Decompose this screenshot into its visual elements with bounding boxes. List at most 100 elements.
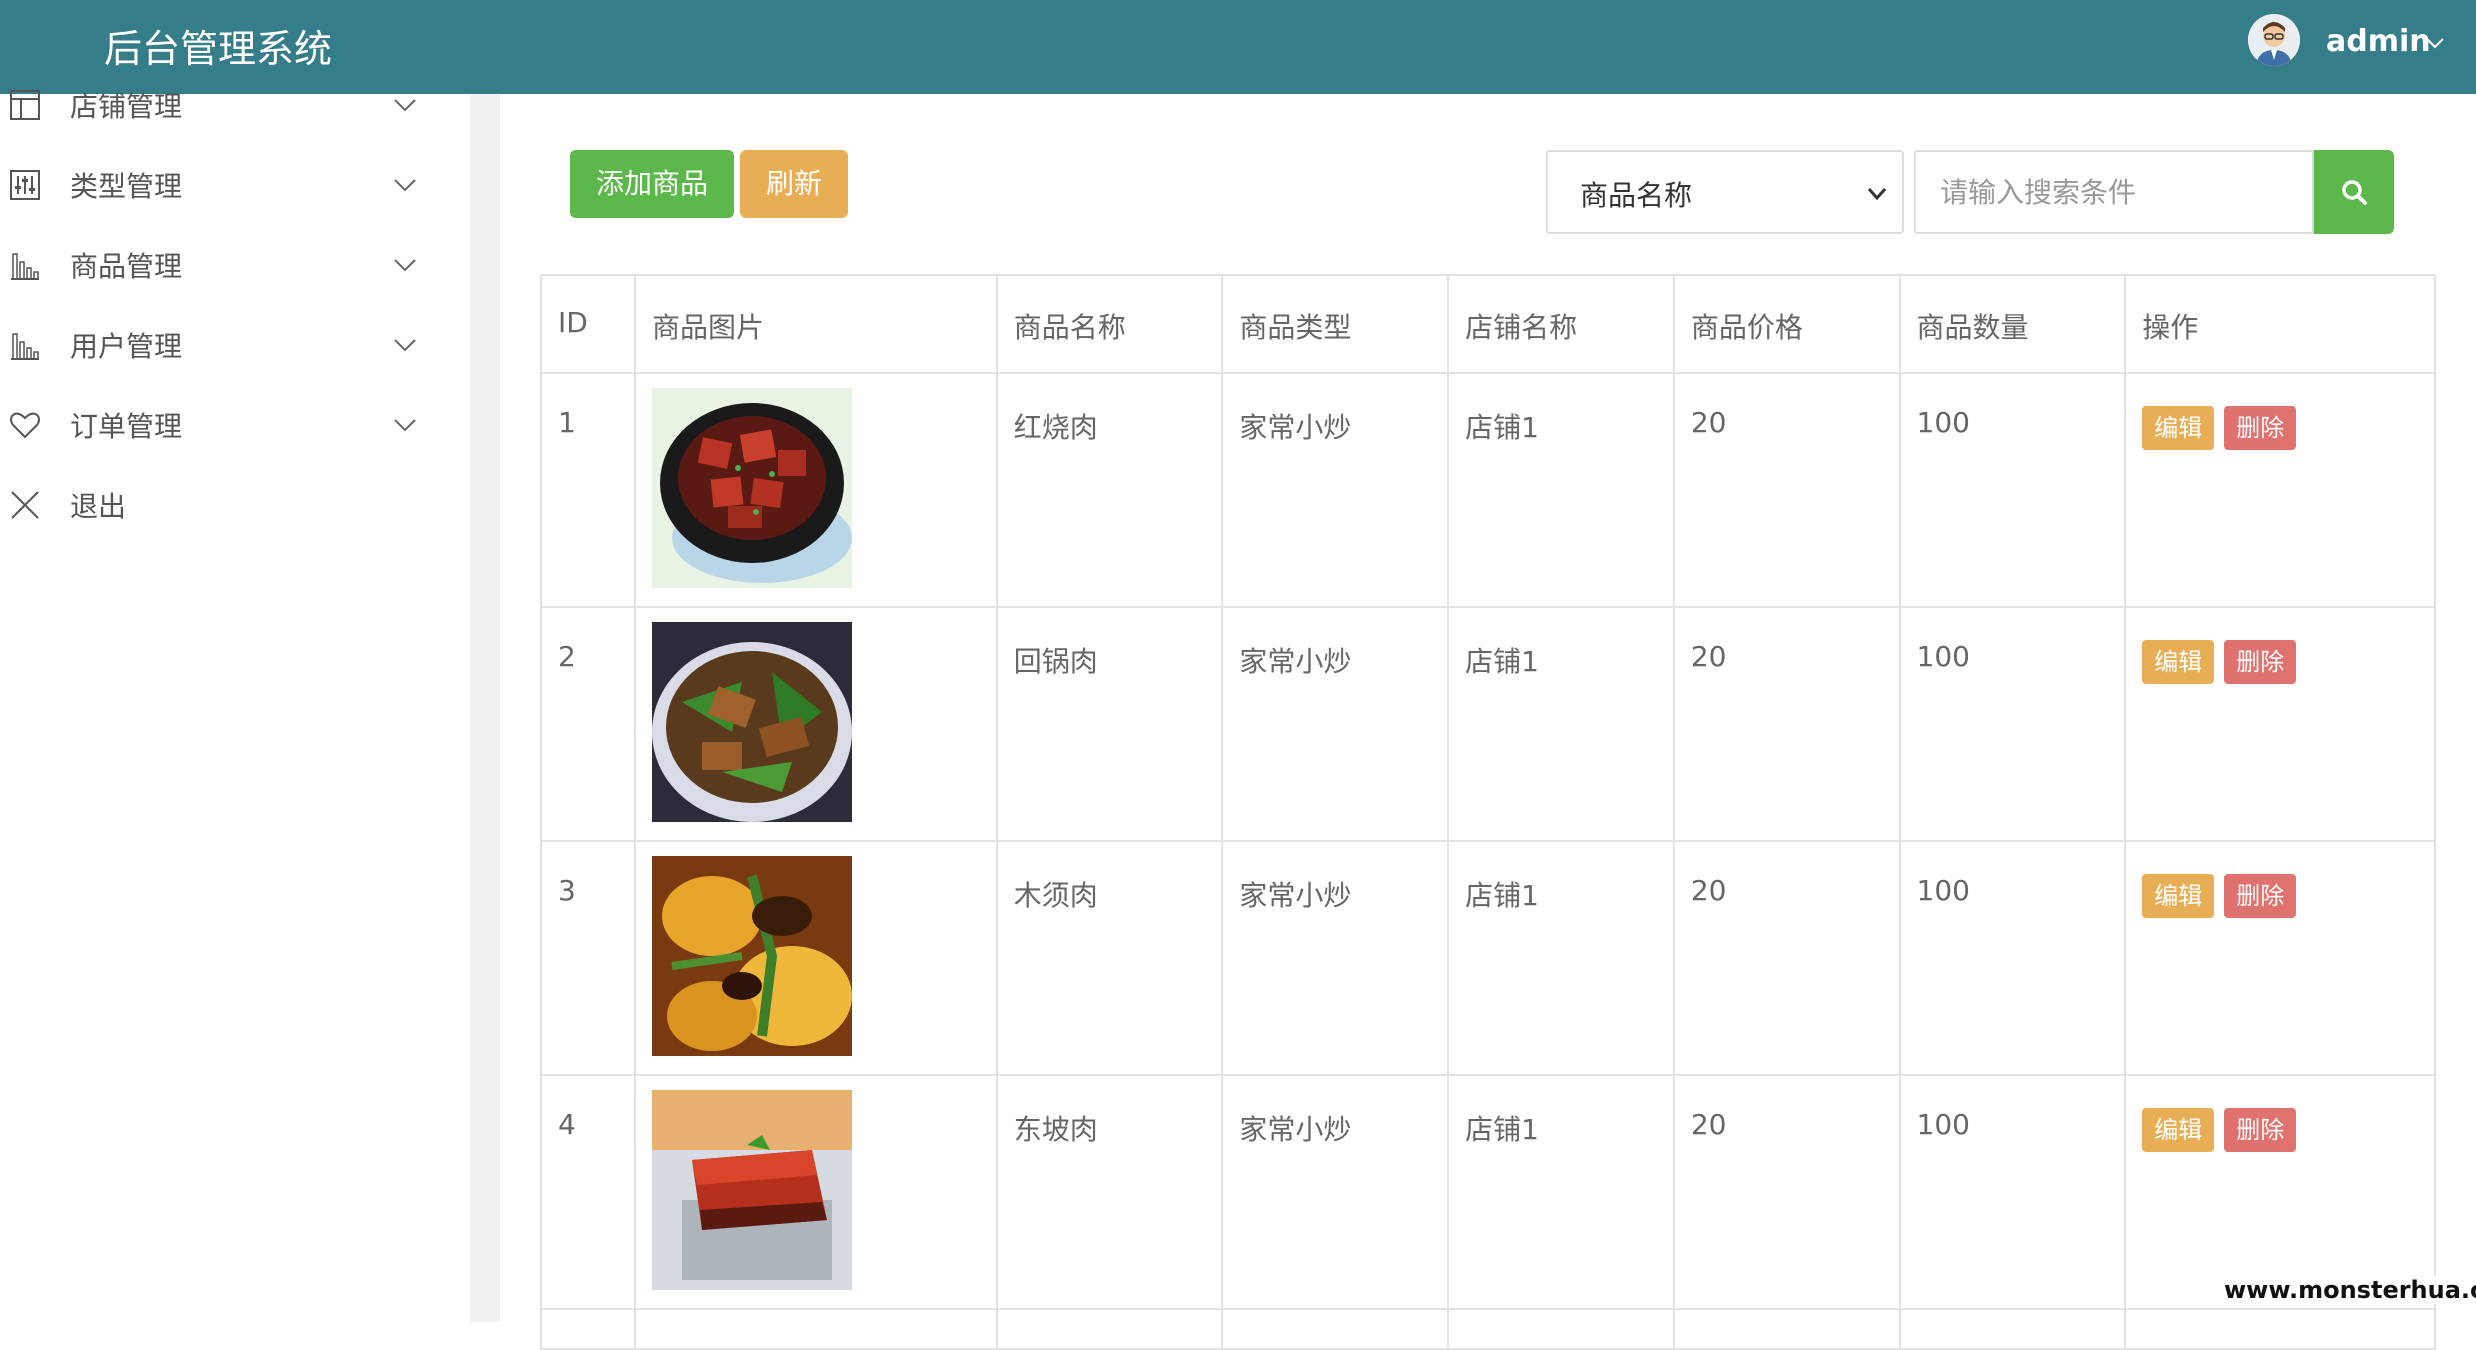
search-icon xyxy=(2342,180,2367,205)
cell-price: 20 xyxy=(1672,606,1901,842)
cell-empty xyxy=(1221,1308,1450,1350)
sidebar-item-user[interactable]: 用户管理 xyxy=(0,310,440,380)
column-header: 商品类型 xyxy=(1221,274,1450,374)
app-title: 后台管理系统 xyxy=(104,27,333,71)
delete-button[interactable]: 删除 xyxy=(2224,1108,2297,1152)
cell-empty xyxy=(1898,1308,2127,1350)
cell-qty: 100 xyxy=(1898,1074,2127,1310)
sliders-icon xyxy=(10,170,40,200)
edit-button[interactable]: 编辑 xyxy=(2142,1108,2215,1152)
cell-price: 20 xyxy=(1672,840,1901,1076)
product-table: ID 商品图片 商品名称 商品类型 店铺名称 商品价格 商品数量 操作 1 红烧… xyxy=(540,274,2436,1350)
layout-icon xyxy=(10,90,40,120)
twice-cooked-pork-photo xyxy=(651,622,852,822)
search-button[interactable] xyxy=(2314,150,2394,234)
delete-button[interactable]: 删除 xyxy=(2224,874,2297,918)
cell-type: 家常小炒 xyxy=(1221,840,1450,1076)
sidebar-divider xyxy=(470,94,500,1322)
cell-name: 红烧肉 xyxy=(995,372,1224,608)
sidebar-item-label: 退出 xyxy=(70,490,127,523)
table-row xyxy=(540,1308,2436,1350)
cell-name: 回锅肉 xyxy=(995,606,1224,842)
cell-type: 家常小炒 xyxy=(1221,606,1450,842)
cell-empty xyxy=(995,1308,1224,1350)
cell-type: 家常小炒 xyxy=(1221,1074,1450,1310)
watermark: www.monsterhua.com xyxy=(2218,1276,2476,1304)
chevron-down-icon xyxy=(394,179,416,192)
cell-name: 东坡肉 xyxy=(995,1074,1224,1310)
cell-id: 1 xyxy=(540,372,636,608)
cell-type: 家常小炒 xyxy=(1221,372,1450,608)
table-header-row: ID 商品图片 商品名称 商品类型 店铺名称 商品价格 商品数量 操作 xyxy=(540,274,2436,374)
main-content: 添加商品 刷新 商品名称 ID 商品图片 商品名称 商品类型 店铺名称 商品价格… xyxy=(500,94,2476,1350)
bar-chart-icon xyxy=(11,253,39,280)
cell-price: 20 xyxy=(1672,372,1901,608)
chevron-down-icon xyxy=(1867,188,1887,201)
chevron-down-icon xyxy=(394,99,416,112)
sidebar-item-shop[interactable]: 店铺管理 xyxy=(0,70,440,140)
cell-id: 3 xyxy=(540,840,636,1076)
cell-empty xyxy=(1672,1308,1901,1350)
moo-shu-pork-photo xyxy=(651,856,852,1056)
cell-image xyxy=(633,1074,998,1310)
cell-empty xyxy=(540,1308,636,1350)
cell-qty: 100 xyxy=(1898,372,2127,608)
column-header: 商品数量 xyxy=(1898,274,2127,374)
cell-actions: 编辑 删除 xyxy=(2124,1074,2436,1310)
cell-empty xyxy=(633,1308,998,1350)
table-row: 1 红烧肉 家常小炒 店铺1 20 100 编辑 删除 xyxy=(540,372,2436,608)
cell-shop: 店铺1 xyxy=(1447,372,1675,608)
cell-image xyxy=(633,606,998,842)
cell-qty: 100 xyxy=(1898,606,2127,842)
bar-chart-icon xyxy=(11,333,39,360)
cell-image xyxy=(633,372,998,608)
sidebar-item-order[interactable]: 订单管理 xyxy=(0,390,440,460)
sidebar-item-type[interactable]: 类型管理 xyxy=(0,150,440,220)
sidebar: 店铺管理 类型管理 商品管理 用户管理 订单管理 退出 xyxy=(0,90,470,1322)
chevron-down-icon[interactable] xyxy=(2424,32,2446,54)
cell-actions: 编辑 删除 xyxy=(2124,606,2436,842)
cell-shop: 店铺1 xyxy=(1447,840,1675,1076)
column-header: 店铺名称 xyxy=(1447,274,1675,374)
cell-empty xyxy=(2124,1308,2436,1350)
column-header: 商品名称 xyxy=(995,274,1224,374)
add-product-button[interactable]: 添加商品 xyxy=(570,150,734,218)
cell-qty: 100 xyxy=(1898,840,2127,1076)
refresh-button[interactable]: 刷新 xyxy=(740,150,848,218)
column-header: 操作 xyxy=(2124,274,2436,374)
sidebar-item-logout[interactable]: 退出 xyxy=(0,470,440,540)
user-avatar[interactable] xyxy=(2248,14,2300,66)
delete-button[interactable]: 删除 xyxy=(2224,406,2297,450)
search-field-select[interactable]: 商品名称 xyxy=(1546,150,1904,234)
cell-shop: 店铺1 xyxy=(1447,606,1675,842)
cell-empty xyxy=(1447,1308,1675,1350)
delete-button[interactable]: 删除 xyxy=(2224,640,2297,684)
cell-name: 木须肉 xyxy=(995,840,1224,1076)
cell-id: 4 xyxy=(540,1074,636,1310)
edit-button[interactable]: 编辑 xyxy=(2142,640,2215,684)
edit-button[interactable]: 编辑 xyxy=(2142,874,2215,918)
sidebar-item-product[interactable]: 商品管理 xyxy=(0,230,440,300)
table-row: 4 东坡肉 家常小炒 店铺1 20 100 编辑 删除 xyxy=(540,1074,2436,1310)
column-header: 商品价格 xyxy=(1672,274,1901,374)
red-braised-pork-photo xyxy=(651,388,852,588)
column-header: ID xyxy=(540,274,636,374)
sidebar-item-label: 用户管理 xyxy=(70,330,183,363)
search-input[interactable] xyxy=(1914,150,2314,234)
chevron-down-icon xyxy=(394,419,416,432)
sidebar-item-label: 商品管理 xyxy=(70,250,183,283)
sidebar-item-label: 店铺管理 xyxy=(70,90,183,123)
search-field-value: 商品名称 xyxy=(1580,179,1693,212)
cell-shop: 店铺1 xyxy=(1447,1074,1675,1310)
cell-price: 20 xyxy=(1672,1074,1901,1310)
user-name[interactable]: admin xyxy=(2326,24,2431,59)
cell-image xyxy=(633,840,998,1076)
cell-actions: 编辑 删除 xyxy=(2124,372,2436,608)
column-header: 商品图片 xyxy=(633,274,998,374)
close-icon xyxy=(11,491,39,519)
sidebar-item-label: 订单管理 xyxy=(70,410,183,443)
cell-actions: 编辑 删除 xyxy=(2124,840,2436,1076)
dongpo-pork-photo xyxy=(651,1090,852,1290)
edit-button[interactable]: 编辑 xyxy=(2142,406,2215,450)
table-row: 3 木须肉 家常小炒 店铺1 20 100 编辑 删除 xyxy=(540,840,2436,1076)
